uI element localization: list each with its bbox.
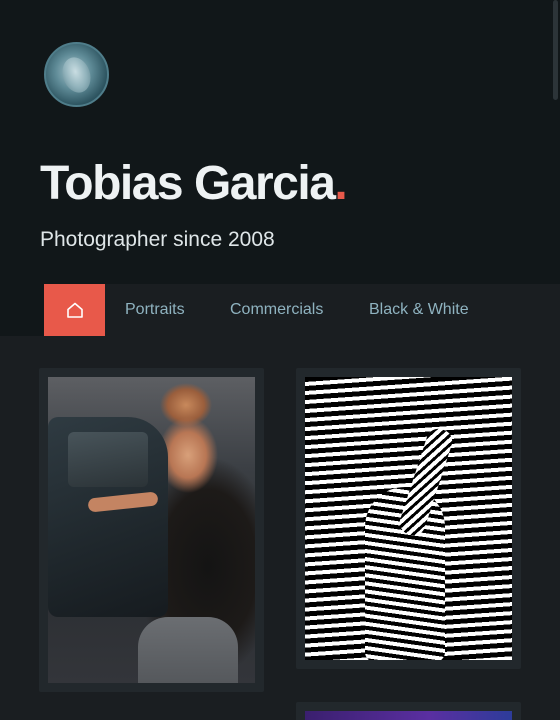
black-and-white-wave-photo[interactable] [305, 377, 512, 660]
car-window-shape [68, 432, 148, 487]
woman-by-car-photo[interactable] [48, 377, 255, 683]
page-subtitle: Photographer since 2008 [40, 228, 275, 251]
gallery-card[interactable] [296, 368, 521, 669]
purple-photo[interactable] [305, 711, 512, 720]
jeans-shape [138, 617, 238, 683]
home-icon [66, 302, 83, 318]
page-title: Tobias Garcia. [40, 156, 348, 212]
gallery-card[interactable] [39, 368, 264, 692]
tab-portraits[interactable]: Portraits [125, 284, 185, 336]
scrollbar[interactable] [553, 0, 558, 100]
tab-commercials[interactable]: Commercials [230, 284, 323, 336]
title-accent-dot: . [334, 157, 347, 210]
avatar-face [58, 53, 95, 97]
tab-home[interactable] [44, 284, 105, 336]
figure-arm-shape [396, 425, 456, 539]
gallery-card[interactable] [296, 702, 521, 720]
category-tabs: Portraits Commercials Black & White [44, 284, 560, 336]
title-name: Tobias Garcia [40, 157, 336, 210]
avatar[interactable] [44, 42, 109, 107]
tab-black-and-white[interactable]: Black & White [369, 284, 469, 336]
